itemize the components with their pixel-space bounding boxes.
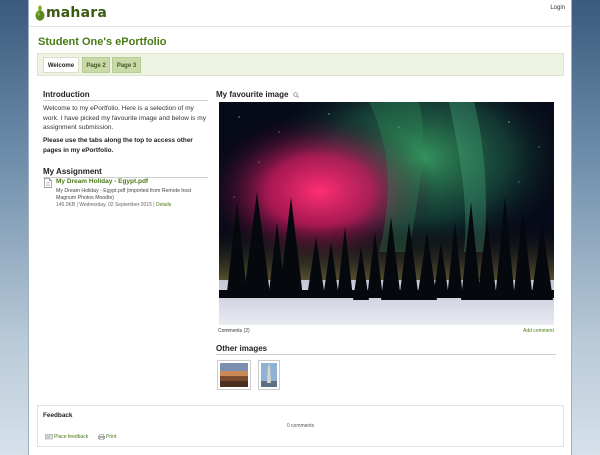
page-title: Student One's ePortfolio [38, 36, 167, 48]
feedback-icon [45, 434, 53, 440]
mahara-logo[interactable]: mahara [35, 5, 107, 21]
assignment-meta-text: 145.0KB | Wednesday, 02 September 2015 | [56, 202, 155, 208]
add-comment-link[interactable]: Add comment [523, 328, 554, 334]
favourite-image-title-text: My favourite image [216, 90, 289, 99]
print-button[interactable]: Print [98, 434, 116, 440]
login-link[interactable]: Login [550, 5, 565, 11]
place-feedback-label: Place feedback [54, 434, 89, 440]
introduction-text: Welcome to my ePortfolio. Here is a sele… [43, 105, 207, 131]
print-label: Print [106, 434, 117, 440]
feedback-count: 0 comments [286, 423, 315, 429]
image-comments-count[interactable]: Comments (2) [218, 328, 250, 334]
zoom-icon[interactable] [293, 92, 299, 98]
favourite-image-title: My favourite image [216, 90, 299, 99]
other-image-thumb-2[interactable] [258, 360, 280, 390]
tab-page-3[interactable]: Page 3 [112, 57, 141, 73]
assignment-description: My Dream Holiday - Egypt.pdf (imported f… [56, 188, 192, 201]
tab-page-2[interactable]: Page 2 [82, 57, 110, 73]
details-link[interactable]: Details [156, 202, 171, 208]
favourite-image-aurora[interactable] [219, 102, 554, 325]
tab-welcome[interactable]: Welcome [43, 57, 79, 73]
feedback-title: Feedback [43, 412, 73, 419]
tab-bar: Welcome Page 2 Page 3 [37, 53, 564, 76]
introduction-title: Introduction [43, 90, 90, 99]
assignment-meta: 145.0KB | Wednesday, 02 September 2015 |… [56, 202, 171, 208]
other-images-title: Other images [216, 344, 268, 353]
print-icon [98, 434, 105, 440]
introduction-instructions: Please use the tabs along the top to acc… [43, 137, 193, 154]
header: mahara Login [29, 0, 571, 27]
mahara-logo-icon [35, 5, 45, 21]
place-feedback-button[interactable]: Place feedback [45, 434, 88, 440]
landscape-thumbnail [220, 363, 248, 387]
other-images-divider [216, 354, 556, 355]
aurora-photo [219, 102, 554, 325]
other-image-thumb-1[interactable] [217, 360, 251, 390]
pdf-file-icon [44, 178, 52, 188]
logo-text: mahara [46, 5, 108, 21]
page-container: mahara Login Student One's ePortfolio We… [28, 0, 572, 455]
feedback-section: Feedback 0 comments Place feedback Print [37, 405, 564, 447]
tower-thumbnail [261, 363, 277, 387]
assignment-title: My Assignment [43, 167, 102, 176]
introduction-divider [43, 100, 208, 101]
assignment-file-link[interactable]: My Dream Holiday - Egypt.pdf [56, 178, 148, 185]
